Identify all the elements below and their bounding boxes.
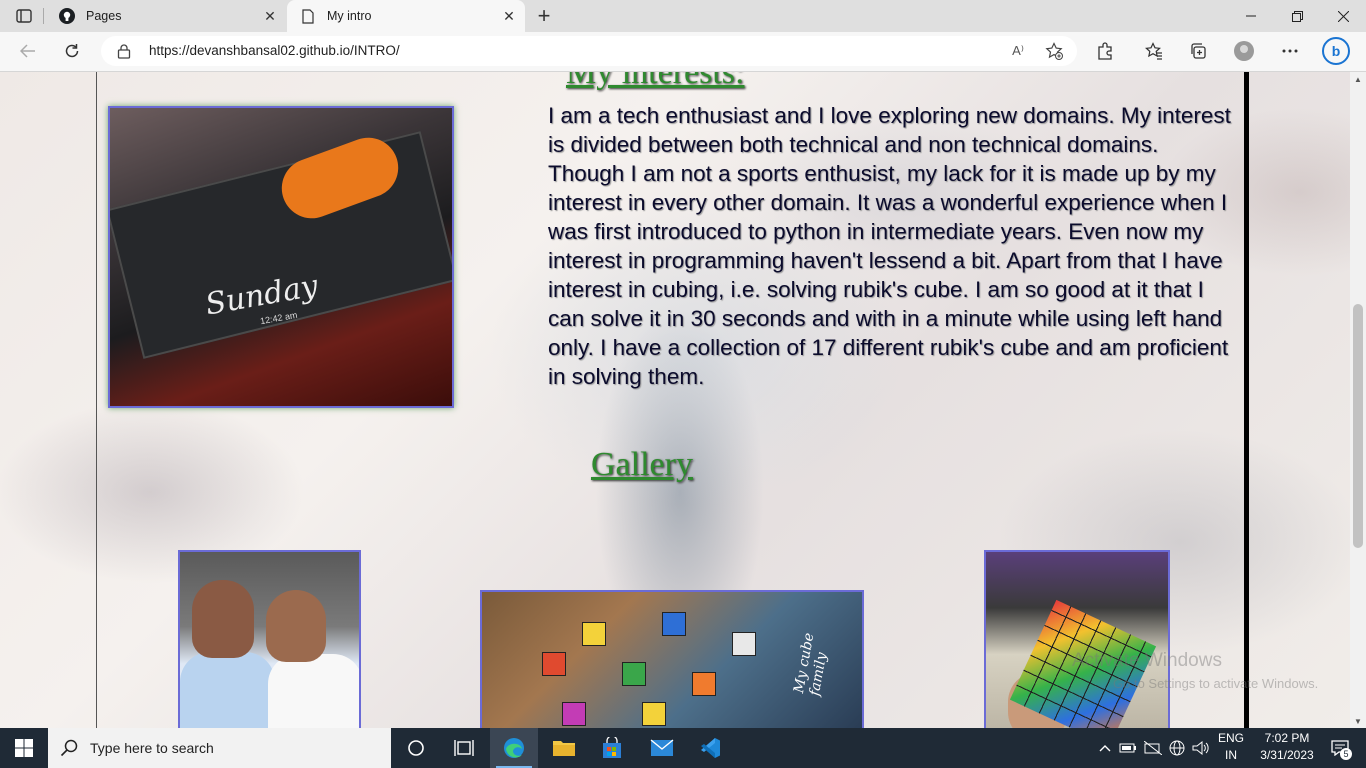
task-view-button[interactable] [440, 728, 488, 768]
page-scrollbar[interactable]: ▲ ▼ [1350, 72, 1366, 728]
refresh-button[interactable] [56, 36, 88, 66]
gallery-heading: Gallery [591, 446, 693, 483]
restore-button[interactable] [1274, 0, 1320, 32]
cortana-icon [408, 740, 424, 756]
scroll-down-icon[interactable]: ▼ [1350, 714, 1366, 728]
restore-icon [1291, 10, 1303, 22]
close-tab-icon[interactable]: ✕ [499, 6, 519, 26]
url-text[interactable]: https://devanshbansal02.github.io/INTRO/ [149, 43, 400, 58]
folder-icon [553, 741, 575, 756]
speaker-icon [1192, 741, 1209, 755]
edge-icon [504, 738, 524, 758]
activate-windows-subtitle: Go to Settings to activate Windows. [1113, 676, 1319, 691]
clock-date: 3/31/2023 [1260, 748, 1314, 762]
browser-toolbar: https://devanshbansal02.github.io/INTRO/… [0, 32, 1366, 72]
network-disconnected-icon [1144, 741, 1162, 755]
page-viewport: My interests: Sunday 12:42 am I am a tec… [0, 72, 1350, 728]
windows-taskbar: Type here to search ENG IN 7:02 PM 3/31/… [0, 728, 1366, 768]
extensions-button[interactable] [1089, 36, 1121, 66]
favorites-button[interactable] [1138, 36, 1170, 66]
interests-paragraph: I am a tech enthusiast and I love explor… [548, 103, 1231, 389]
tab-actions-icon [16, 9, 32, 23]
page-icon [299, 7, 317, 25]
globe-tray-button[interactable] [1166, 728, 1188, 768]
network-tray-button[interactable] [1142, 728, 1164, 768]
settings-menu-button[interactable] [1274, 36, 1306, 66]
tab-title: My intro [327, 9, 372, 23]
tab-separator [43, 8, 44, 24]
collections-icon [1191, 43, 1206, 59]
read-aloud-icon[interactable]: A⁾ [1007, 41, 1029, 61]
profile-button[interactable] [1228, 36, 1260, 66]
browser-tab-strip: Pages ✕ My intro ✕ + [0, 0, 1366, 32]
tab-title: Pages [86, 9, 122, 23]
edge-taskbar-button[interactable] [490, 728, 538, 768]
bing-icon: b [1322, 37, 1350, 65]
puzzle-icon [1098, 42, 1112, 60]
battery-icon [1119, 743, 1136, 753]
tab-my-intro[interactable]: My intro ✕ [287, 0, 525, 32]
lock-icon[interactable] [117, 43, 133, 59]
scroll-up-icon[interactable]: ▲ [1350, 72, 1366, 86]
store-icon [603, 737, 621, 758]
github-icon [58, 7, 76, 25]
tab-pages[interactable]: Pages ✕ [46, 0, 286, 32]
start-button[interactable] [0, 728, 48, 768]
store-button[interactable] [588, 728, 636, 768]
battery-tray-button[interactable] [1118, 728, 1138, 768]
volume-tray-button[interactable] [1190, 728, 1212, 768]
address-bar[interactable]: https://devanshbansal02.github.io/INTRO/… [101, 36, 1077, 66]
taskbar-search-box[interactable]: Type here to search [48, 728, 391, 768]
language-indicator[interactable]: ENG IN [1214, 730, 1248, 764]
taskbar-clock[interactable]: 7:02 PM 3/31/2023 [1252, 730, 1322, 764]
close-icon [1337, 10, 1349, 22]
gallery-image-2: My cube family [480, 590, 864, 728]
close-tab-icon[interactable]: ✕ [260, 6, 280, 26]
vscode-button[interactable] [686, 728, 734, 768]
language-code: ENG [1217, 731, 1244, 745]
back-arrow-icon [20, 44, 35, 58]
interests-image: Sunday 12:42 am [108, 106, 454, 408]
avatar [1234, 41, 1254, 61]
gallery-caption: My cube family [791, 631, 831, 698]
search-placeholder: Type here to search [90, 740, 214, 756]
interests-heading: My interests: [566, 72, 745, 91]
notification-count-badge: 5 [1340, 748, 1352, 760]
minimize-button[interactable] [1228, 0, 1274, 32]
windows-icon [15, 739, 33, 757]
vscode-icon [701, 738, 720, 758]
back-button[interactable] [12, 36, 44, 66]
cortana-button[interactable] [392, 728, 440, 768]
file-explorer-button[interactable] [540, 728, 588, 768]
chevron-up-icon [1099, 745, 1111, 752]
notification-center-button[interactable]: 5 [1322, 728, 1358, 768]
minimize-icon [1246, 15, 1256, 17]
close-window-button[interactable] [1320, 0, 1366, 32]
mail-icon [650, 739, 674, 756]
collections-button[interactable] [1182, 36, 1214, 66]
new-tab-button[interactable]: + [532, 3, 556, 28]
mail-button[interactable] [638, 728, 686, 768]
add-favorite-icon[interactable] [1043, 41, 1065, 61]
more-options-icon [1282, 49, 1298, 53]
gallery-image-1 [178, 550, 361, 728]
language-region: IN [1225, 748, 1237, 762]
show-hidden-icons-button[interactable] [1096, 728, 1114, 768]
tab-actions-button[interactable] [8, 6, 40, 26]
activate-windows-title: Activate Windows [1072, 650, 1222, 671]
scroll-thumb[interactable] [1353, 304, 1363, 548]
favorites-icon [1145, 42, 1162, 60]
refresh-icon [65, 44, 79, 58]
content-border [1244, 72, 1249, 728]
gallery-image-3 [984, 550, 1170, 728]
globe-icon [1169, 740, 1185, 756]
clock-time: 7:02 PM [1264, 731, 1310, 745]
bing-chat-button[interactable]: b [1320, 36, 1352, 66]
search-icon [60, 739, 82, 757]
task-view-icon [454, 740, 474, 756]
